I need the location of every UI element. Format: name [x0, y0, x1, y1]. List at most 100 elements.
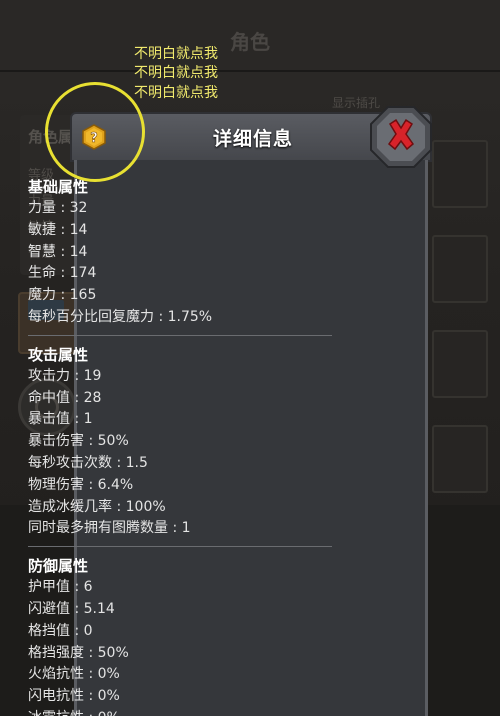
stat-separator: : — [56, 265, 70, 282]
base-attributes-section: 基础属性 力量 : 32 敏捷 : 14 智慧 : 14 生命 : 174 魔力 : 16… — [28, 176, 358, 329]
stat-value: 165 — [69, 287, 97, 304]
stat-label: 闪避值 — [28, 600, 70, 617]
equipment-slot — [432, 235, 488, 303]
stat-row: 智慧 : 14 — [28, 242, 358, 264]
stat-separator: : — [84, 710, 98, 716]
stat-label: 攻击力 — [28, 367, 70, 384]
stat-value: 1 — [83, 411, 93, 428]
stat-value: 0% — [97, 666, 120, 683]
stat-value: 100% — [125, 498, 166, 515]
stat-label: 暴击值 — [28, 411, 70, 428]
stat-label: 护甲值 — [28, 579, 70, 596]
stat-separator: : — [56, 200, 70, 216]
close-button[interactable] — [368, 104, 434, 170]
stat-row: 力量 : 32 — [28, 198, 358, 220]
stat-row: 闪电抗性 : 0% — [28, 686, 358, 708]
hint-text-line: 不明白就点我 — [134, 65, 218, 81]
stat-separator: : — [70, 411, 84, 428]
stat-label: 生命 — [28, 265, 56, 282]
stat-value: 32 — [69, 200, 88, 216]
stat-label: 造成冰缓几率 — [28, 498, 112, 515]
stat-row: 每秒百分比回复魔力 : 1.75% — [28, 307, 358, 329]
stat-row: 暴击伤害 : 50% — [28, 431, 358, 453]
stat-separator: : — [84, 476, 98, 493]
stat-label: 格挡强度 — [28, 644, 84, 661]
stat-value: 1.5 — [125, 454, 148, 471]
stat-separator: : — [70, 389, 84, 406]
defense-attributes-section: 防御属性 护甲值 : 6 闪避值 : 5.14 格挡值 : 0 格挡强度 : 50% 火焰… — [28, 555, 358, 716]
stat-label: 闪电抗性 — [28, 688, 84, 705]
stat-row: 格挡强度 : 50% — [28, 643, 358, 665]
equipment-slot — [432, 330, 488, 398]
stat-row: 暴击值 : 1 — [28, 409, 358, 431]
stat-row: 魔力 : 165 — [28, 285, 358, 307]
stat-value: 1 — [181, 520, 191, 537]
stat-value: 1.75% — [167, 308, 213, 325]
stat-separator: : — [56, 287, 70, 304]
stat-separator: : — [56, 221, 70, 238]
stat-value: 50% — [97, 433, 129, 450]
stat-separator: : — [84, 666, 98, 683]
equipment-slot — [432, 425, 488, 493]
stat-separator: : — [112, 498, 126, 515]
hint-text-line: 不明白就点我 — [134, 85, 218, 101]
game-screen: 角色 显示插孔 角色属 等级 力量 敏捷 智慧 不明白就点我 不明白就点我 不明… — [0, 0, 500, 716]
stat-row: 命中值 : 28 — [28, 388, 358, 410]
stat-value: 19 — [83, 367, 102, 384]
stat-value: 174 — [69, 265, 97, 282]
stat-label: 智慧 — [28, 243, 56, 260]
stat-separator: : — [84, 688, 98, 705]
stat-row: 造成冰缓几率 : 100% — [28, 497, 358, 519]
stat-value: 28 — [83, 389, 102, 406]
stat-value: 50% — [97, 644, 129, 661]
stat-separator: : — [70, 600, 84, 617]
section-divider — [28, 546, 332, 548]
stat-label: 火焰抗性 — [28, 666, 84, 683]
stat-label: 敏捷 — [28, 221, 56, 238]
stat-row: 敏捷 : 14 — [28, 220, 358, 242]
stat-row: 同时最多拥有图腾数量 : 1 — [28, 518, 358, 540]
stat-value: 0% — [98, 710, 120, 716]
stat-separator: : — [84, 644, 98, 661]
equipment-slot — [432, 140, 488, 208]
close-x-icon — [370, 106, 432, 168]
stat-value: 14 — [69, 243, 88, 260]
stat-label: 物理伤害 — [28, 476, 84, 493]
stat-label: 每秒攻击次数 — [28, 454, 112, 471]
help-highlight-circle — [45, 82, 145, 182]
stat-row: 护甲值 : 6 — [28, 577, 358, 599]
section-title: 攻击属性 — [28, 345, 89, 364]
stat-separator: : — [112, 454, 126, 471]
stat-label: 命中值 — [28, 389, 70, 406]
stat-separator: : — [168, 520, 182, 537]
stat-row: 闪避值 : 5.14 — [28, 599, 358, 621]
stat-separator: : — [84, 433, 98, 450]
stat-value: 6.4% — [97, 476, 134, 493]
stat-separator: : — [154, 308, 168, 325]
hint-text-line: 不明白就点我 — [134, 46, 218, 62]
stat-label: 力量 — [28, 200, 56, 216]
stat-separator: : — [70, 622, 84, 639]
stat-separator: : — [70, 367, 84, 384]
stat-label: 魔力 — [28, 287, 56, 304]
stat-value: 0% — [97, 688, 120, 705]
background-title: 角色 — [230, 30, 270, 54]
stat-value: 0 — [83, 622, 93, 639]
stat-list: 基础属性 力量 : 32 敏捷 : 14 智慧 : 14 生命 : 174 魔力 : 16… — [28, 176, 358, 716]
stat-row: 每秒攻击次数 : 1.5 — [28, 453, 358, 475]
stat-row: 攻击力 : 19 — [28, 366, 358, 388]
section-divider — [28, 334, 332, 336]
stat-row: 物理伤害 : 6.4% — [28, 475, 358, 497]
stat-label: 冰霜抗性 — [28, 710, 84, 716]
stat-label: 暴击伤害 — [28, 433, 84, 450]
stat-label: 每秒百分比回复魔力 — [28, 308, 154, 325]
stat-separator: : — [56, 243, 70, 260]
section-title: 防御属性 — [28, 557, 89, 576]
stat-value: 6 — [83, 579, 93, 596]
stat-row: 格挡值 : 0 — [28, 621, 358, 643]
stat-label: 格挡值 — [28, 622, 70, 639]
stat-row: 火焰抗性 : 0% — [28, 664, 358, 686]
section-title: 基础属性 — [28, 178, 89, 196]
stat-separator: : — [70, 579, 84, 596]
stat-row: 冰霜抗性 : 0% — [28, 708, 358, 716]
